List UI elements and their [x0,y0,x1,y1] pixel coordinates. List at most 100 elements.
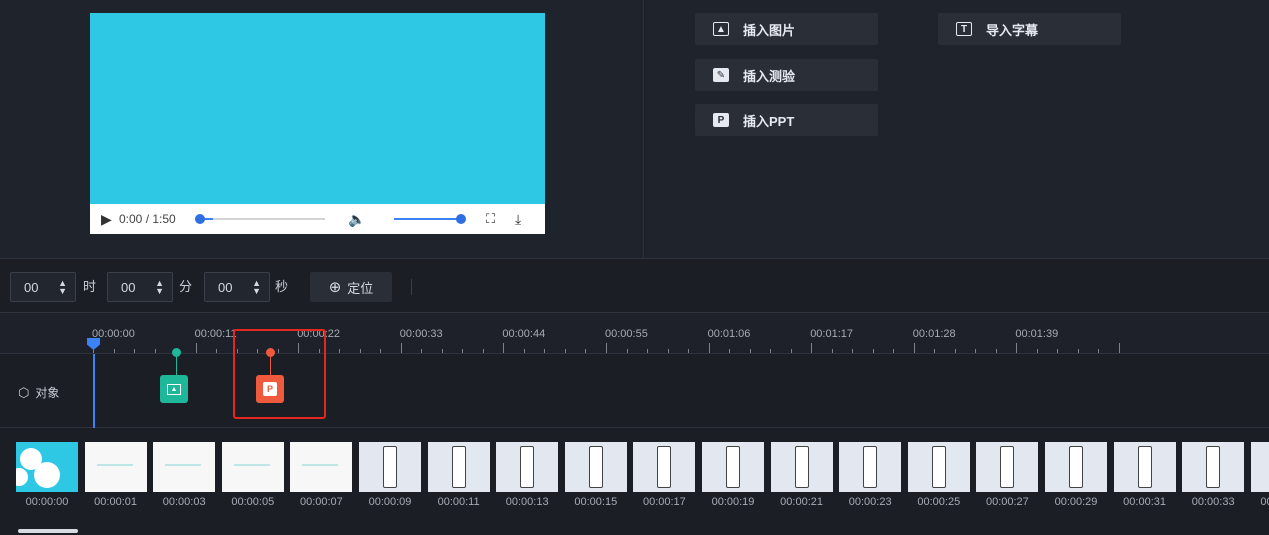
volume-icon[interactable]: 🔈 [348,204,365,234]
volume-knob[interactable] [456,214,466,224]
ruler-major-tick [708,343,710,353]
ruler-major-tick [503,343,505,353]
video-thumbnail[interactable] [907,442,970,492]
volume-slider[interactable] [394,204,466,234]
video-thumbnail[interactable] [221,442,284,492]
insert-image-button[interactable]: ▲ 插入图片 [695,13,878,45]
insert-ppt-label: 插入PPT [743,113,795,129]
ruler-label: 00:01:06 [707,328,751,340]
hours-select[interactable]: 00 ▲ ▼ [10,272,76,302]
image-object[interactable]: ▲ [160,375,188,403]
timeline-ruler[interactable]: 00:00:00 00:00:11 00:00:22 00:00:33 00:00:44… [0,312,1269,354]
ruler-minor-tick [359,349,361,353]
time-toolbar: 00 ▲ ▼ 时 00 ▲ ▼ 分 00 ▲ ▼ 秒 ⊕ 定位 [0,258,1269,312]
ruler-minor-tick [585,349,587,353]
video-thumbnail[interactable] [564,442,627,492]
spinner-icon: ▲ ▼ [58,278,67,296]
seconds-select[interactable]: 00 ▲ ▼ [204,272,270,302]
ruler-minor-tick [523,349,525,353]
thumbnail-time: 00:00:19 [711,496,755,508]
video-thumbnail[interactable] [702,442,764,492]
play-icon[interactable]: ▶ [101,204,112,234]
video-thumbnail[interactable] [1250,442,1269,492]
ruler-minor-tick [257,349,259,353]
object-track: ⬡ 对象 ▲ P [0,348,1269,428]
ruler-label: 00:01:17 [810,328,854,340]
ruler-major-tick [298,343,300,353]
thumbnail-time: 00:00:03 [162,496,206,508]
progress-knob[interactable] [195,214,205,224]
ruler-minor-tick [277,349,279,353]
insert-ppt-button[interactable]: P 插入PPT [695,104,878,136]
video-thumbnail[interactable] [427,442,490,492]
hours-unit: 时 [83,279,97,294]
video-thumbnail[interactable] [359,442,421,492]
ruler-minor-tick [441,349,443,353]
ruler-minor-tick [1098,349,1100,353]
thumbnail-time: 00:00:15 [574,496,618,508]
fullscreen-icon[interactable]: ⛶ [486,204,495,234]
text-t-icon: T [956,22,972,36]
ppt-icon: P [713,113,729,127]
video-thumbnail[interactable] [496,442,559,492]
ruler-minor-tick [462,349,464,353]
ruler-minor-tick [893,349,895,353]
ruler-minor-tick [216,349,218,353]
image-marker-dot[interactable] [172,348,181,357]
ruler-minor-tick [339,349,341,353]
video-thumbnail[interactable] [153,442,216,492]
insert-quiz-button[interactable]: ✎ 插入测验 [695,59,878,91]
ruler-minor-tick [975,349,977,353]
import-subtitle-button[interactable]: T 导入字幕 [938,13,1121,45]
locate-label: 定位 [347,280,374,296]
video-thumbnail[interactable] [976,442,1039,492]
spinner-icon: ▲ ▼ [252,278,261,296]
ruler-minor-tick [482,349,484,353]
ruler-minor-tick [954,349,956,353]
video-thumbnail[interactable] [1113,442,1176,492]
insert-quiz-label: 插入测验 [743,68,796,84]
ruler-label: 00:01:28 [912,328,956,340]
video-thumbnail[interactable] [16,442,78,492]
video-thumbnail[interactable] [839,442,902,492]
thumbnail-strip: 00:00:00 00:00:01 00:00:03 00:00:05 00:00:07… [0,428,1269,535]
playhead-handle[interactable] [87,338,100,350]
locate-button[interactable]: ⊕ 定位 [310,272,392,302]
seconds-value: 00 [218,279,233,295]
video-thumbnail[interactable] [633,442,696,492]
download-icon[interactable]: ⤓ [515,204,521,234]
progress-slider[interactable] [195,204,325,234]
ruler-minor-tick [113,349,115,353]
thumbnail-time: 00:00:11 [437,496,480,508]
ruler-minor-tick [318,349,320,353]
crosshair-icon: ⊕ [328,279,342,296]
video-thumbnail[interactable] [1045,442,1107,492]
playhead-line [93,354,95,428]
horizontal-scrollbar[interactable] [18,529,78,533]
ruler-minor-tick [770,349,772,353]
ppt-icon: P [263,382,277,396]
ruler-minor-tick [729,349,731,353]
toolbar-divider [411,279,412,295]
minutes-select[interactable]: 00 ▲ ▼ [107,272,173,302]
video-thumbnail[interactable] [290,442,353,492]
video-preview[interactable]: ▶ 0:00 / 1:50 🔈 ⛶ ⤓ [90,13,545,234]
ruler-minor-tick [790,349,792,353]
ppt-marker-dot[interactable] [266,348,275,357]
ruler-major-tick [606,343,607,353]
minutes-unit: 分 [179,279,193,294]
insert-panel: ▲ 插入图片 ✎ 插入测验 P 插入PPT T 导入字幕 [645,0,1269,258]
ruler-label: 00:00:44 [502,328,546,340]
thumbnail-time: 00:00:13 [505,496,549,508]
video-thumbnail[interactable] [1182,442,1245,492]
image-icon: ▲ [713,22,729,36]
video-thumbnail[interactable] [770,442,833,492]
ruler-major-tick [400,343,402,353]
thumbnail-time: 00:00:01 [94,496,137,508]
ppt-object[interactable]: P [256,375,284,403]
ruler-minor-tick [667,349,669,353]
thumbnail-time: 00:00:17 [642,496,686,508]
ruler-major-tick [811,343,813,353]
video-thumbnail[interactable] [84,442,147,492]
thumbnail-time: 00:00:23 [848,496,892,508]
